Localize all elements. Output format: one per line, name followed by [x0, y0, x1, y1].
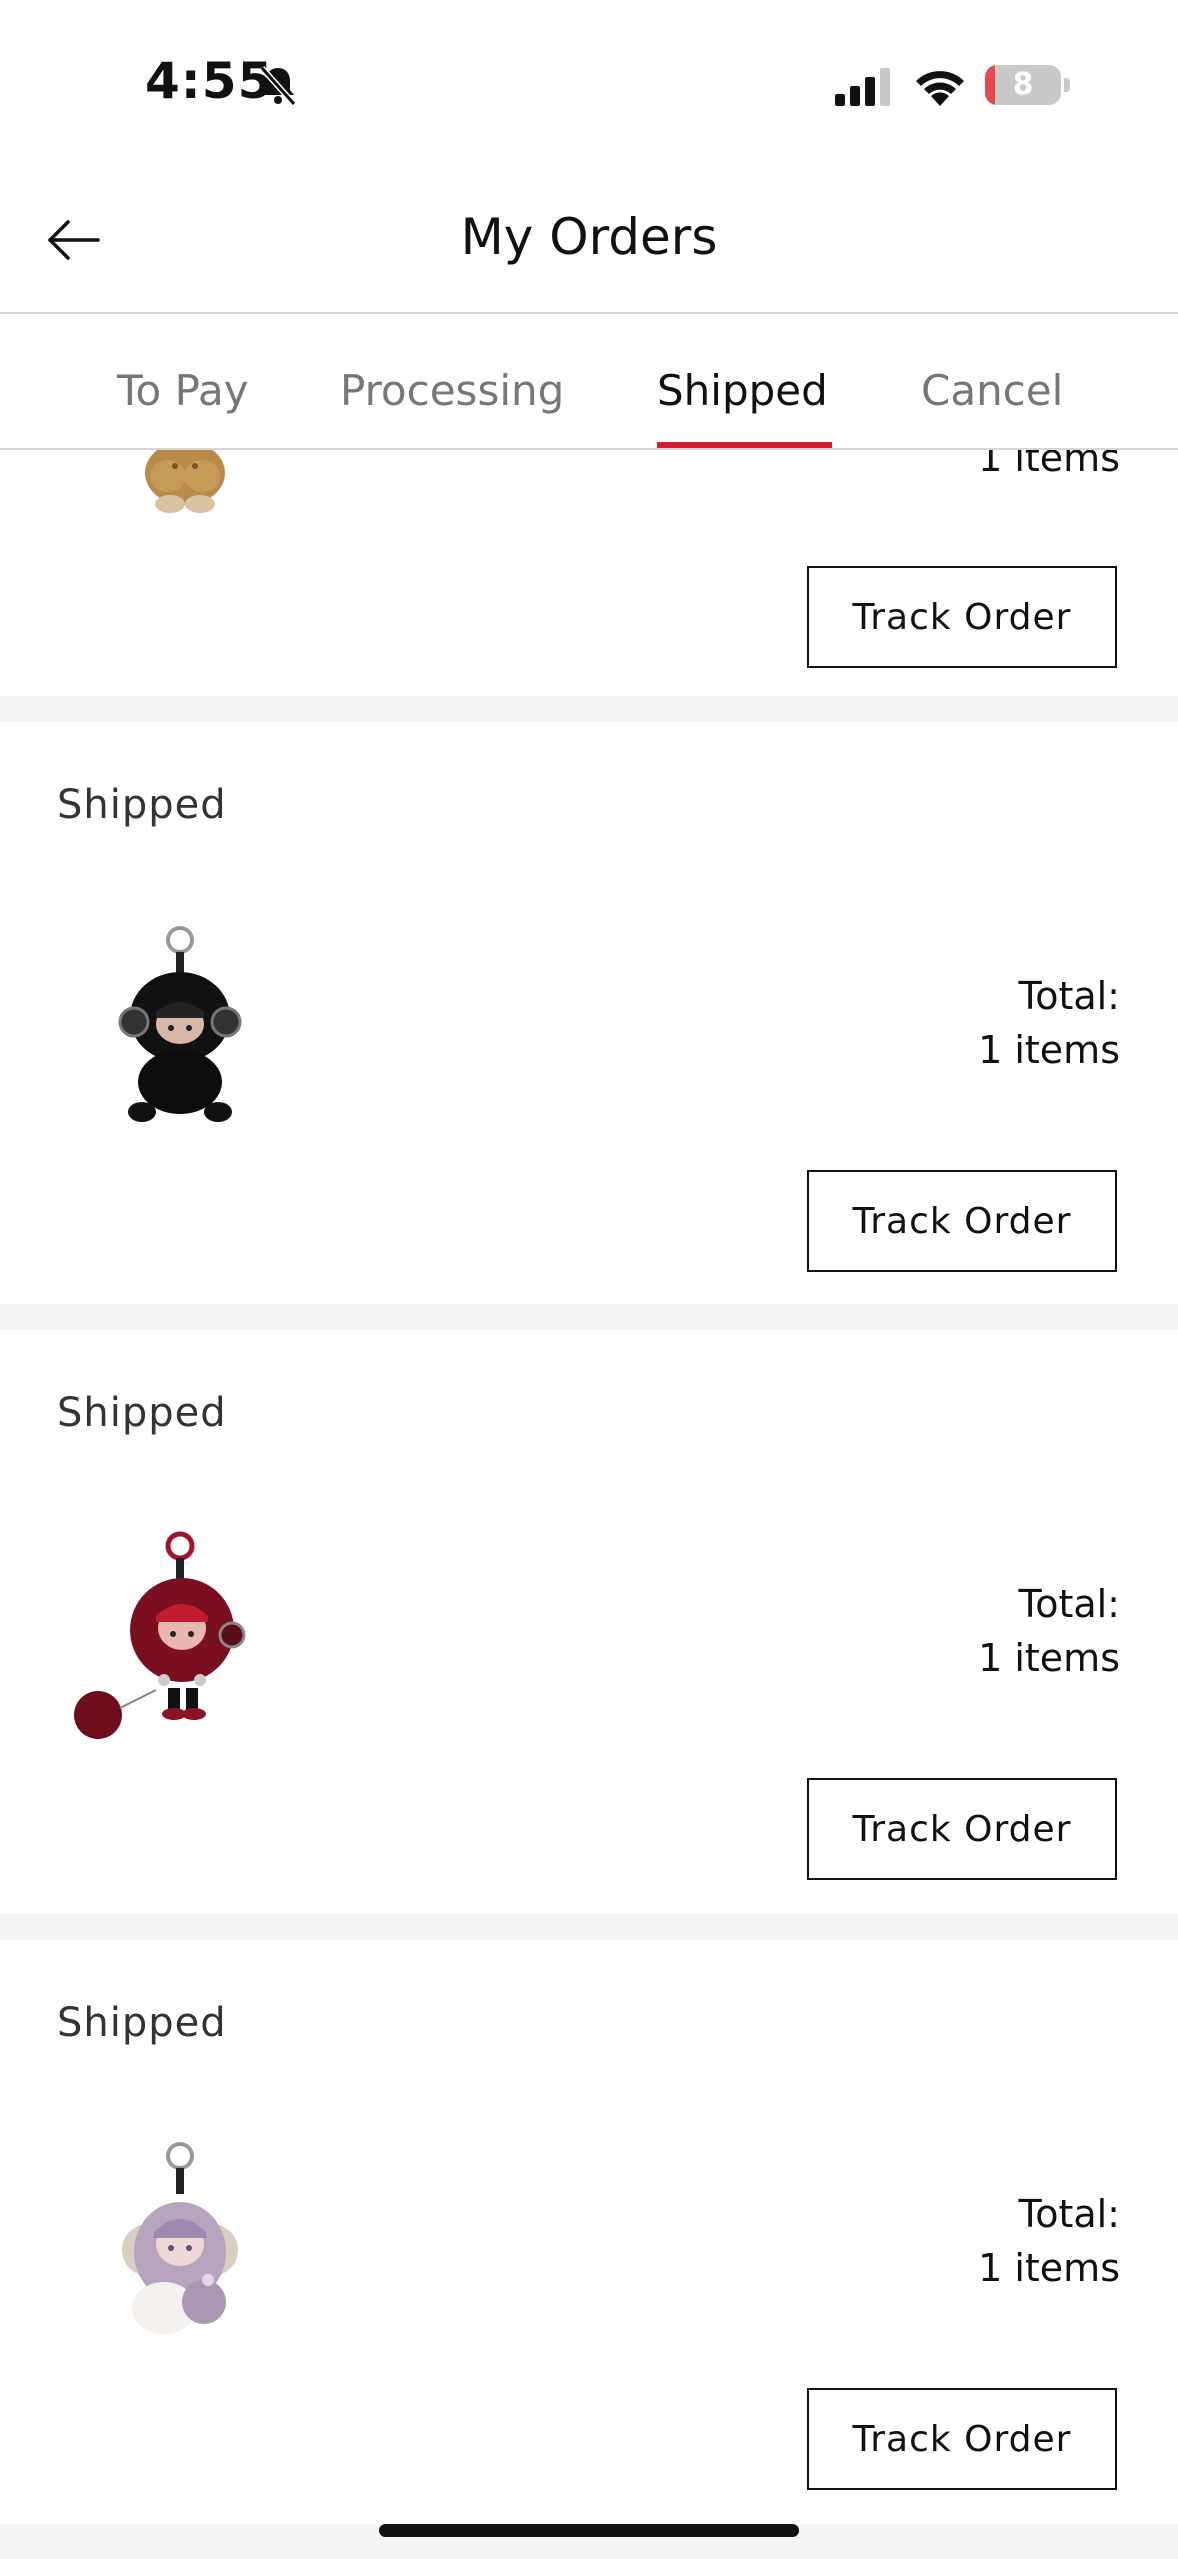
cellular-signal-icon	[835, 68, 890, 106]
order-total-label: Total:	[1018, 2192, 1120, 2236]
active-tab-indicator	[657, 442, 832, 448]
header-bar: My Orders	[0, 170, 1178, 314]
order-card: Shipped Total: 1 items Track Order	[0, 722, 1178, 1304]
product-thumbnail	[118, 926, 242, 1122]
order-items-count: 1 items	[978, 1028, 1120, 1072]
track-order-button[interactable]: Track Order	[807, 1170, 1117, 1272]
wifi-icon	[916, 71, 964, 106]
orders-list[interactable]: 1 items Track Order Shipped Total: 1 ite…	[0, 436, 1178, 2559]
order-status-label: Shipped	[57, 1390, 227, 1436]
battery-tip	[1064, 78, 1070, 92]
tab-shipped[interactable]: Shipped	[657, 366, 828, 415]
order-card: 1 items Track Order	[0, 436, 1178, 696]
order-items-count: 1 items	[978, 1636, 1120, 1680]
my-orders-screen: 4:55 8 My Orders To Pay Processing Shipp…	[0, 0, 1178, 2559]
order-card: Shipped Total: 1 items Track Order	[0, 1940, 1178, 2524]
track-order-button[interactable]: Track Order	[807, 566, 1117, 668]
order-card: Shipped Total: 1 items Track Order	[0, 1330, 1178, 1914]
order-status-tabs: To Pay Processing Shipped Cancel	[0, 314, 1178, 450]
battery-icon: 8	[985, 65, 1070, 105]
order-items-count: 1 items	[978, 2246, 1120, 2290]
battery-level: 8	[1012, 67, 1034, 102]
tab-to-pay[interactable]: To Pay	[117, 366, 249, 415]
page-title: My Orders	[460, 208, 718, 266]
order-status-label: Shipped	[57, 782, 227, 828]
product-thumbnail	[122, 2142, 238, 2334]
status-bar: 4:55 8	[0, 0, 1178, 170]
bell-slash-icon	[259, 66, 297, 106]
home-indicator[interactable]	[379, 2524, 799, 2537]
tab-processing[interactable]: Processing	[340, 366, 564, 415]
battery-body: 8	[985, 65, 1061, 105]
track-order-button[interactable]: Track Order	[807, 2388, 1117, 2490]
tab-cancel[interactable]: Cancel	[921, 366, 1063, 415]
status-time: 4:55	[145, 52, 274, 110]
order-total-label: Total:	[1018, 1582, 1120, 1626]
order-status-label: Shipped	[57, 2000, 227, 2046]
track-order-button[interactable]: Track Order	[807, 1778, 1117, 1880]
product-thumbnail	[74, 1531, 246, 1739]
order-total-label: Total:	[1018, 974, 1120, 1018]
